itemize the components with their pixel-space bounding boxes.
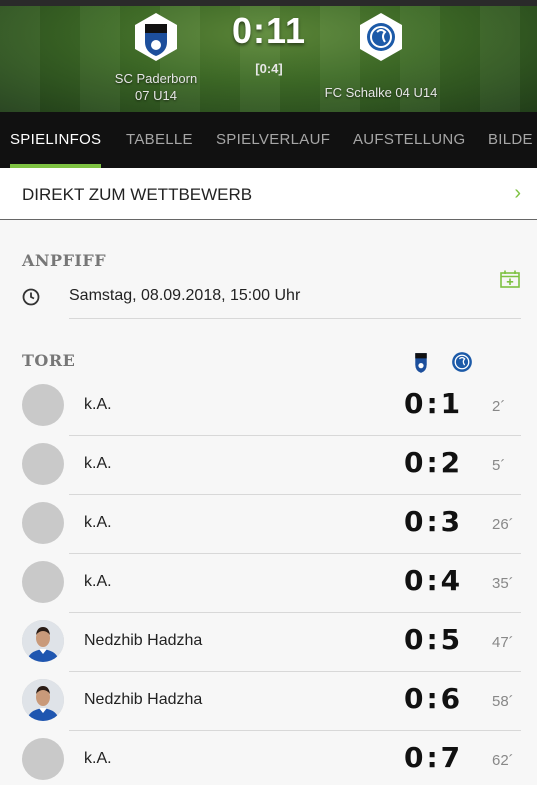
goal-minute: 5´	[492, 457, 506, 474]
goal-score: 0:7	[404, 741, 464, 774]
goal-scorer: Nedzhib Hadzha	[84, 691, 203, 708]
tab-aufstellung[interactable]: AUFSTELLUNG	[353, 112, 466, 168]
goal-row[interactable]: k.A. 0:2 5´	[0, 436, 537, 495]
goal-row[interactable]: k.A. 0:4 35´	[0, 554, 537, 613]
kickoff-datetime: Samstag, 08.09.2018, 15:00 Uhr	[69, 287, 301, 304]
avatar-placeholder	[22, 738, 64, 780]
goal-scorer: k.A.	[84, 573, 112, 590]
tab-bilder[interactable]: BILDE	[488, 112, 533, 168]
goal-score: 0:1	[404, 387, 464, 420]
calendar-add-icon[interactable]	[500, 270, 520, 288]
away-team-name: FC Schalke 04 U14	[324, 85, 438, 100]
avatar-placeholder	[22, 502, 64, 544]
direct-to-competition-link[interactable]: DIREKT ZUM WETTBEWERB ›	[0, 168, 537, 220]
goal-minute: 2´	[492, 398, 506, 415]
chevron-right-icon: ›	[514, 182, 521, 204]
goal-scorer: Nedzhib Hadzha	[84, 632, 203, 649]
avatar-placeholder	[22, 443, 64, 485]
paderborn-crest-icon	[135, 13, 177, 61]
goal-scorer: k.A.	[84, 455, 112, 472]
goal-row[interactable]: Nedzhib Hadzha 0:6 58´	[0, 672, 537, 731]
divider	[69, 318, 521, 319]
home-team-name-line2: 07 U14	[135, 88, 177, 103]
tab-tabelle[interactable]: TABELLE	[126, 112, 193, 168]
goal-row[interactable]: k.A. 0:7 62´	[0, 731, 537, 785]
tab-bar: SPIELINFOS TABELLE SPIELVERLAUF AUFSTELL…	[0, 112, 537, 168]
goals-heading: TORE	[22, 351, 76, 370]
avatar-placeholder	[22, 384, 64, 426]
tab-spielverlauf[interactable]: SPIELVERLAUF	[216, 112, 330, 168]
goal-row[interactable]: k.A. 0:1 2´	[0, 377, 537, 436]
goal-score: 0:4	[404, 564, 464, 597]
goal-minute: 47´	[492, 634, 514, 651]
goal-scorer: k.A.	[84, 750, 112, 767]
home-team-name-line1: SC Paderborn	[114, 71, 198, 86]
paderborn-mini-crest-icon	[415, 353, 427, 373]
match-header: SC Paderborn 07 U14 0:11 [0:4] FC Schalk…	[0, 0, 537, 112]
goal-row[interactable]: Nedzhib Hadzha 0:5 47´	[0, 613, 537, 672]
player-photo	[22, 679, 64, 721]
goal-score: 0:6	[404, 682, 464, 715]
home-team-name: SC Paderborn 07 U14	[66, 70, 246, 104]
tab-spielinfos[interactable]: SPIELINFOS	[10, 112, 102, 168]
goal-minute: 26´	[492, 516, 514, 533]
goal-minute: 58´	[492, 693, 514, 710]
kickoff-heading: ANPFIFF	[22, 251, 107, 270]
away-team[interactable]: FC Schalke 04 U14	[291, 4, 471, 101]
schalke-crest-icon	[360, 13, 402, 61]
goal-score: 0:2	[404, 446, 464, 479]
goal-minute: 35´	[492, 575, 514, 592]
goal-scorer: k.A.	[84, 514, 112, 531]
goal-scorer: k.A.	[84, 396, 112, 413]
direct-link-label: DIREKT ZUM WETTBEWERB	[22, 185, 253, 204]
goal-score: 0:3	[404, 505, 464, 538]
avatar-placeholder	[22, 561, 64, 603]
clock-icon	[22, 288, 40, 306]
goal-score: 0:5	[404, 623, 464, 656]
goal-minute: 62´	[492, 752, 514, 769]
player-photo	[22, 620, 64, 662]
schalke-mini-crest-icon	[452, 352, 472, 372]
goal-row[interactable]: k.A. 0:3 26´	[0, 495, 537, 554]
